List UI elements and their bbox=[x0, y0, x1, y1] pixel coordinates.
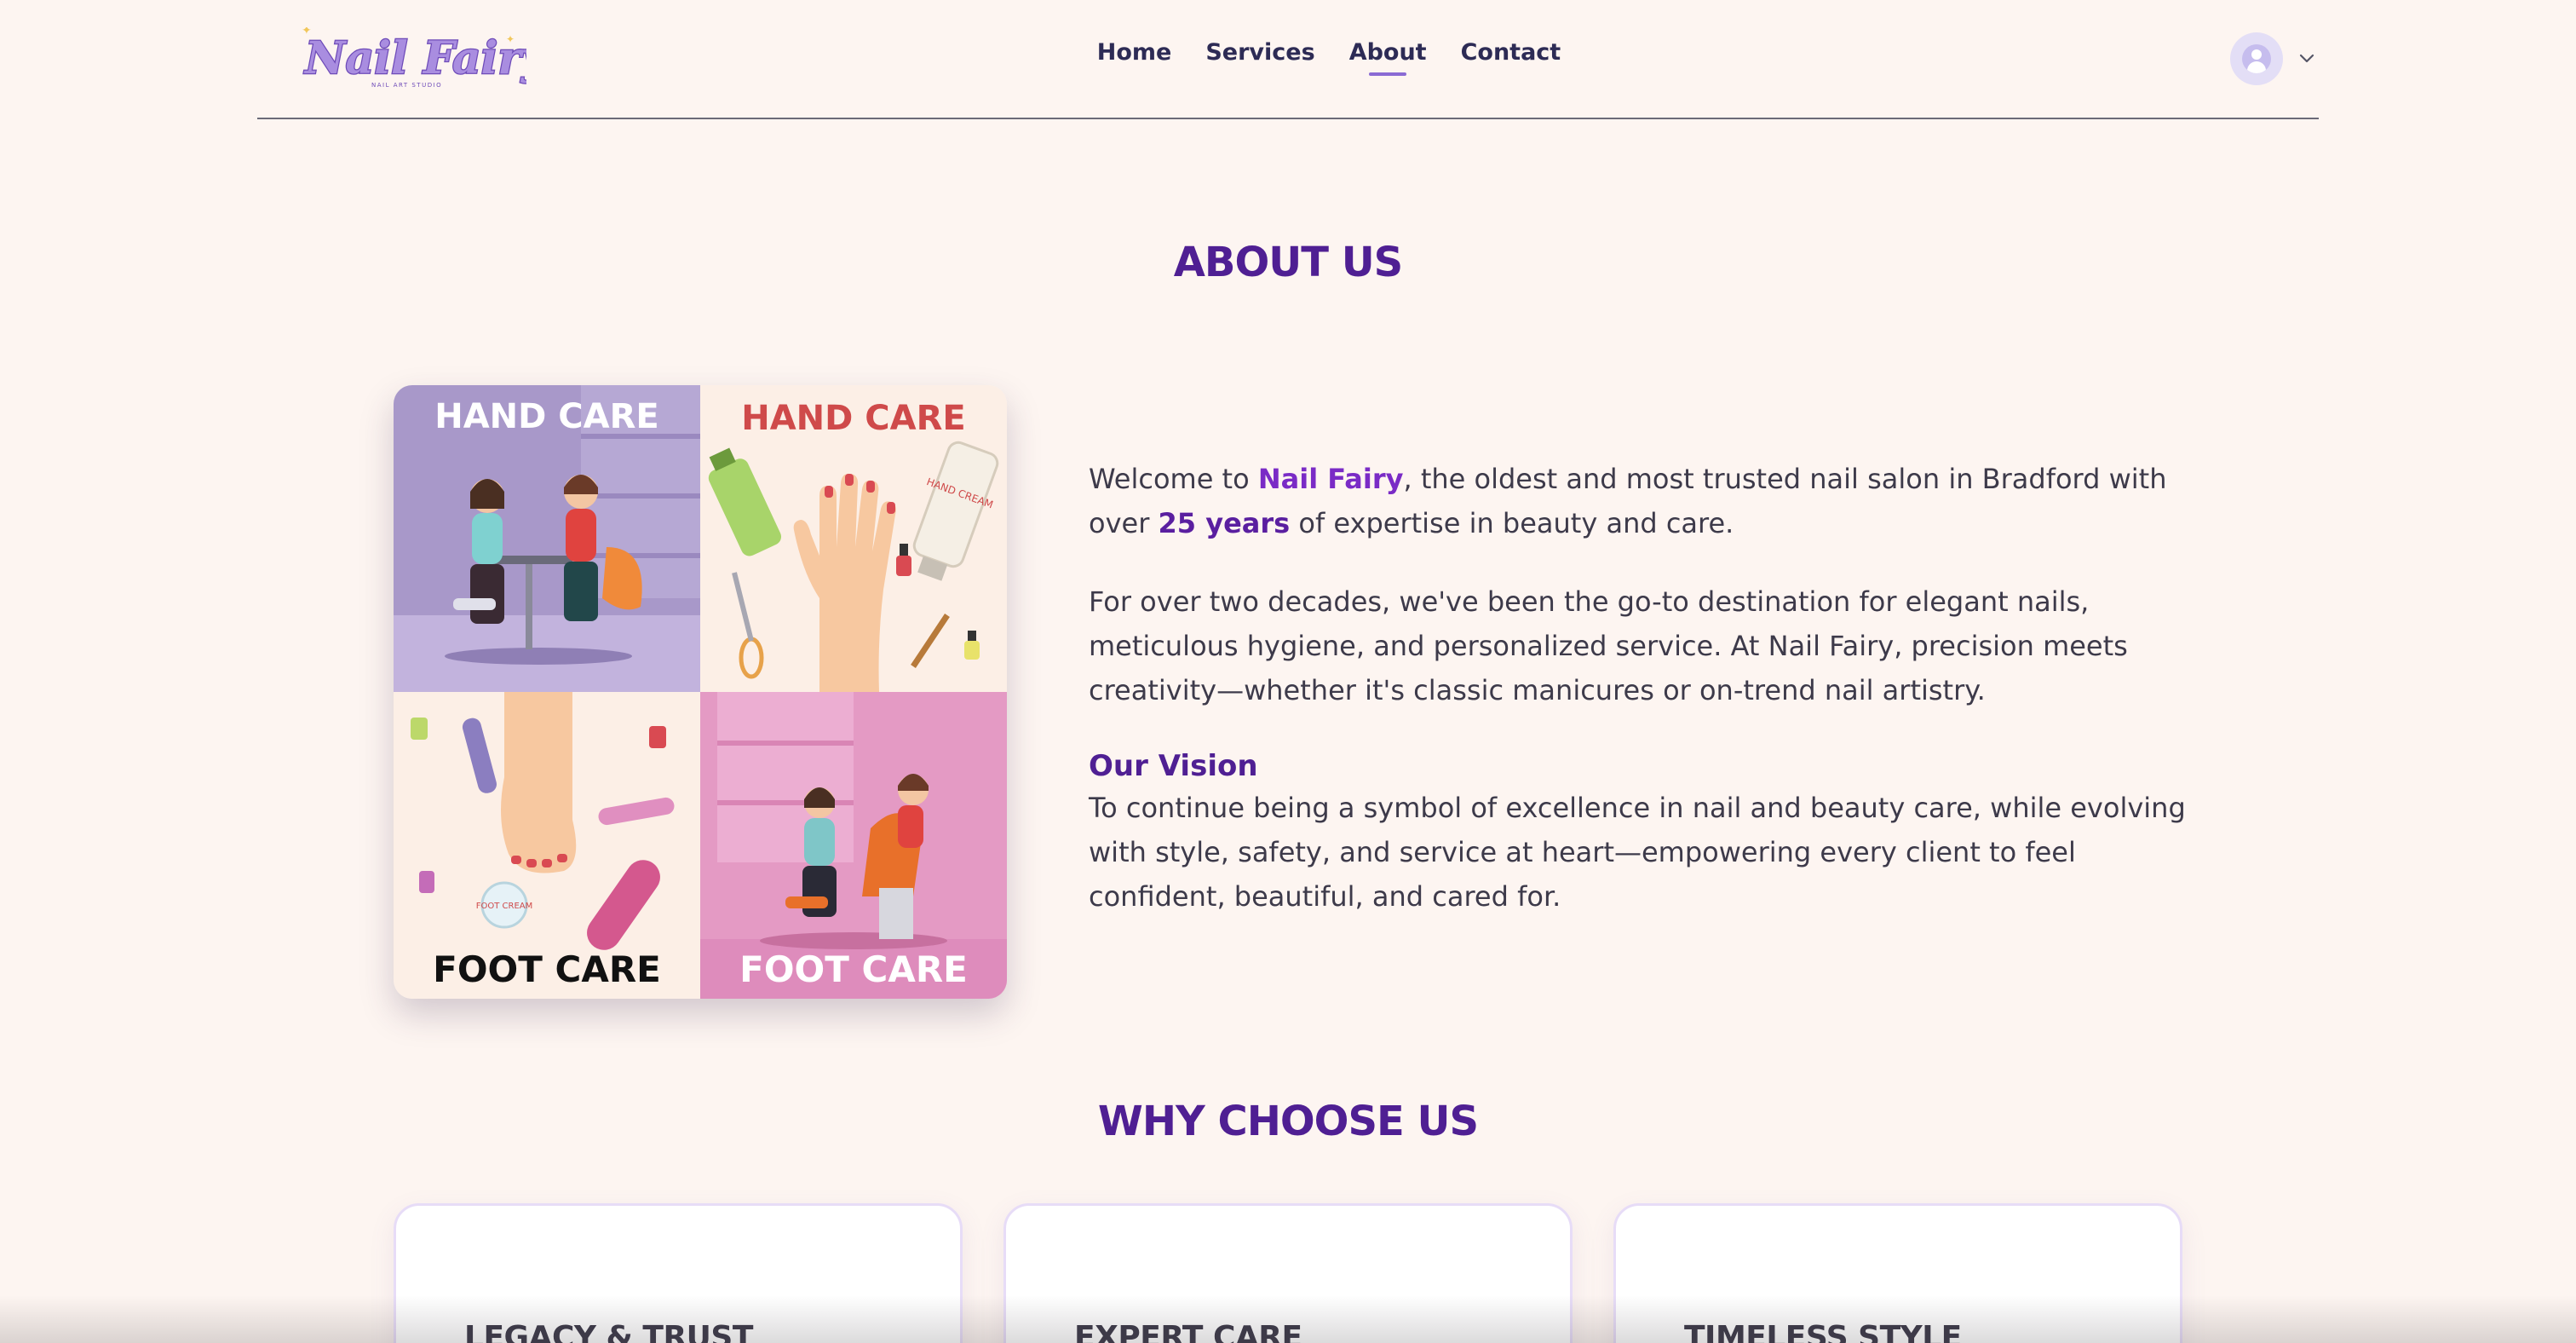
foot-care-salon-panel: FOOT CARE bbox=[700, 692, 1007, 999]
foot-cream-label: FOOT CREAM bbox=[476, 902, 533, 911]
vision-section: Our Vision To continue being a symbol of… bbox=[1089, 746, 2188, 919]
site-header: ✦ ✦ Nail Fairy NAIL ART STUDIO Home Serv… bbox=[257, 0, 2319, 119]
panel-label: FOOT CARE bbox=[433, 948, 661, 990]
nav-about[interactable]: About bbox=[1349, 39, 1427, 76]
user-avatar-icon[interactable] bbox=[2230, 32, 2283, 85]
chevron-down-icon[interactable] bbox=[2297, 49, 2317, 69]
hand-care-products-panel: HAND CARE HAND CREAM bbox=[700, 385, 1007, 692]
nav-services[interactable]: Services bbox=[1205, 39, 1314, 76]
feature-card-title: TIMELESS STYLE bbox=[1684, 1320, 1962, 1343]
why-title: WHY CHOOSE US bbox=[1097, 1098, 1479, 1145]
services-collage-image: HAND CARE HAND CARE HAND CREAM FOOT CREA… bbox=[394, 385, 1007, 999]
about-paragraph: For over two decades, we've been the go-… bbox=[1089, 585, 2128, 706]
about-title: ABOUT US bbox=[1173, 239, 1404, 286]
feature-card: LEGACY & TRUST bbox=[394, 1203, 963, 1343]
about-text: Welcome to Nail Fairy, the oldest and mo… bbox=[1089, 457, 2188, 953]
about-intro: Welcome to Nail Fairy, the oldest and mo… bbox=[1089, 463, 2167, 539]
hand-care-salon-panel: HAND CARE bbox=[394, 385, 700, 692]
feature-card: TIMELESS STYLE bbox=[1613, 1203, 2182, 1343]
logo-tagline: NAIL ART STUDIO bbox=[371, 82, 442, 89]
user-menu[interactable] bbox=[2230, 32, 2317, 85]
panel-label: HAND CARE bbox=[434, 397, 658, 436]
feature-card: EXPERT CARE bbox=[1003, 1203, 1573, 1343]
vision-text: To continue being a symbol of excellence… bbox=[1089, 792, 2186, 913]
nav-contact[interactable]: Contact bbox=[1461, 39, 1561, 76]
vision-title: Our Vision bbox=[1089, 749, 1258, 783]
feature-card-title: EXPERT CARE bbox=[1074, 1320, 1302, 1343]
nav-home[interactable]: Home bbox=[1097, 39, 1172, 76]
feature-card-title: LEGACY & TRUST bbox=[464, 1320, 753, 1343]
brand-name-highlight: Nail Fairy bbox=[1257, 463, 1404, 495]
foot-care-products-panel: FOOT CREAM FOOT CARE bbox=[394, 692, 700, 999]
main-nav: Home Services About Contact bbox=[257, 39, 2319, 76]
years-highlight: 25 years bbox=[1158, 507, 1291, 539]
panel-label: FOOT CARE bbox=[739, 948, 968, 990]
panel-label: HAND CARE bbox=[741, 399, 965, 438]
